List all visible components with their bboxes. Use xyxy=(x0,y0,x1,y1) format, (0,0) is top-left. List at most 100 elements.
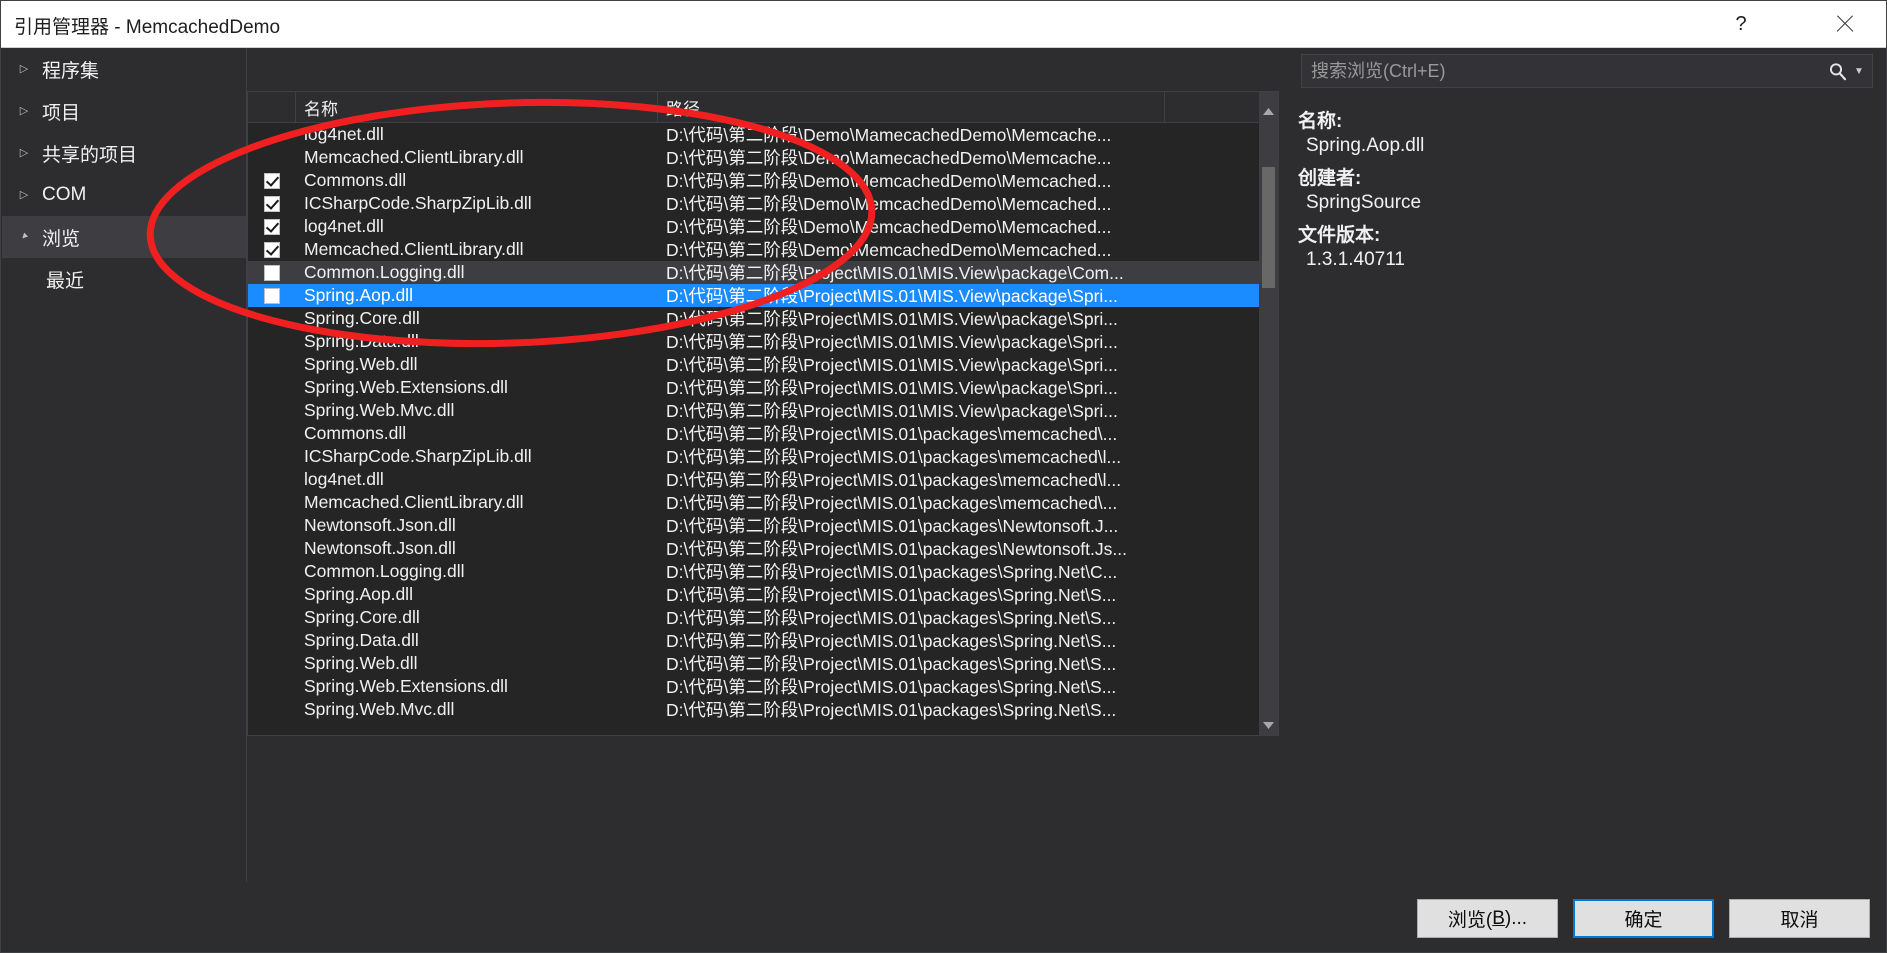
row-checkbox-cell[interactable] xyxy=(248,218,296,235)
sidebar-item-0[interactable]: 程序集 xyxy=(2,48,246,90)
row-checkbox-cell[interactable] xyxy=(248,150,296,166)
sidebar-item-1[interactable]: 项目 xyxy=(2,90,246,132)
checkbox-unchecked-icon[interactable] xyxy=(264,287,280,304)
row-checkbox-cell[interactable] xyxy=(248,426,296,442)
table-row[interactable]: Spring.Core.dll D:\代码\第二阶段\Project\MIS.01… xyxy=(248,307,1278,330)
row-checkbox-cell[interactable] xyxy=(248,564,296,580)
row-name: Commons.dll xyxy=(304,170,407,190)
chevron-right-icon[interactable] xyxy=(14,59,34,79)
cancel-button[interactable]: 取消 xyxy=(1729,899,1870,938)
table-row[interactable]: Spring.Web.Extensions.dll D:\代码\第二阶段\Proj… xyxy=(248,376,1278,399)
sidebar-item-label: 最近 xyxy=(46,270,85,292)
table-row[interactable]: ICSharpCode.SharpZipLib.dll D:\代码\第二阶段\De… xyxy=(248,192,1278,215)
checkbox-unchecked-icon[interactable] xyxy=(264,264,280,281)
row-checkbox-cell[interactable] xyxy=(248,633,296,649)
row-checkbox-cell[interactable] xyxy=(248,264,296,281)
table-row[interactable]: Memcached.ClientLibrary.dll D:\代码\第二阶段\De… xyxy=(248,238,1278,261)
table-row[interactable]: Spring.Web.dll D:\代码\第二阶段\Project\MIS.01\… xyxy=(248,652,1278,675)
row-checkbox-cell[interactable] xyxy=(248,334,296,350)
table-row[interactable]: Commons.dll D:\代码\第二阶段\Demo\MemcachedDemo… xyxy=(248,169,1278,192)
row-checkbox-cell[interactable] xyxy=(248,241,296,258)
row-checkbox-cell[interactable] xyxy=(248,472,296,488)
row-checkbox-cell[interactable] xyxy=(248,172,296,189)
table-row[interactable]: Newtonsoft.Json.dll D:\代码\第二阶段\Project\MI… xyxy=(248,537,1278,560)
checkbox-checked-icon[interactable] xyxy=(264,241,280,258)
table-row[interactable]: Spring.Web.Extensions.dll D:\代码\第二阶段\Proj… xyxy=(248,675,1278,698)
column-header-checkbox[interactable] xyxy=(248,92,296,122)
checkbox-checked-icon[interactable] xyxy=(264,195,280,212)
row-checkbox-cell[interactable] xyxy=(248,403,296,419)
table-row[interactable]: Spring.Aop.dll D:\代码\第二阶段\Project\MIS.01\… xyxy=(248,583,1278,606)
row-checkbox-cell[interactable] xyxy=(248,380,296,396)
row-checkbox-cell[interactable] xyxy=(248,587,296,603)
table-row[interactable]: Spring.Data.dll D:\代码\第二阶段\Project\MIS.01… xyxy=(248,629,1278,652)
ok-button[interactable]: 确定 xyxy=(1573,899,1714,938)
column-header-path[interactable]: 路径 xyxy=(658,92,1165,122)
table-row[interactable]: Common.Logging.dll D:\代码\第二阶段\Project\MIS… xyxy=(248,261,1278,284)
help-button[interactable]: ? xyxy=(1714,1,1768,47)
column-header-name[interactable]: 名称 xyxy=(296,92,658,122)
table-row[interactable]: Spring.Web.Mvc.dll D:\代码\第二阶段\Project\MIS… xyxy=(248,399,1278,422)
row-checkbox-cell[interactable] xyxy=(248,679,296,695)
checkbox-checked-icon[interactable] xyxy=(264,218,280,235)
row-path: D:\代码\第二阶段\Project\MIS.01\MIS.View\packa… xyxy=(666,355,1118,375)
chevron-down-icon[interactable]: ▼ xyxy=(1852,66,1872,77)
search-icon[interactable] xyxy=(1822,62,1852,81)
table-row[interactable]: Spring.Aop.dll D:\代码\第二阶段\Project\MIS.01\… xyxy=(248,284,1278,307)
table-row[interactable]: Spring.Core.dll D:\代码\第二阶段\Project\MIS.01… xyxy=(248,606,1278,629)
sidebar-item-label: 项目 xyxy=(42,102,81,124)
row-checkbox-cell[interactable] xyxy=(248,656,296,672)
detail-fields: 名称: Spring.Aop.dll 创建者: SpringSource 文件版本: 1.… xyxy=(1289,91,1886,271)
row-checkbox-cell[interactable] xyxy=(248,495,296,511)
sidebar-item-4[interactable]: 浏览 xyxy=(2,216,246,258)
search-input[interactable] xyxy=(1302,60,1822,82)
table-row[interactable]: Newtonsoft.Json.dll D:\代码\第二阶段\Project\MI… xyxy=(248,514,1278,537)
row-checkbox-cell[interactable] xyxy=(248,357,296,373)
row-path: D:\代码\第二阶段\Project\MIS.01\packages\Newto… xyxy=(666,539,1127,559)
chevron-down-icon[interactable] xyxy=(14,227,34,247)
table-row[interactable]: Spring.Web.dll D:\代码\第二阶段\Project\MIS.01\… xyxy=(248,353,1278,376)
table-row[interactable]: log4net.dll D:\代码\第二阶段\Project\MIS.01\pac… xyxy=(248,468,1278,491)
row-checkbox-cell[interactable] xyxy=(248,311,296,327)
close-button[interactable] xyxy=(1818,1,1872,47)
row-checkbox-cell[interactable] xyxy=(248,449,296,465)
list-scrollbar[interactable] xyxy=(1259,92,1278,735)
search-box[interactable]: ▼ xyxy=(1301,54,1873,88)
row-checkbox-cell[interactable] xyxy=(248,127,296,143)
sidebar-item-5[interactable]: 最近 xyxy=(2,258,246,300)
checkbox-checked-icon[interactable] xyxy=(264,172,280,189)
chevron-right-icon[interactable] xyxy=(14,143,34,163)
row-checkbox-cell[interactable] xyxy=(248,287,296,304)
browse-accel: B xyxy=(1492,907,1505,929)
row-path: D:\代码\第二阶段\Project\MIS.01\packages\Newto… xyxy=(666,516,1119,536)
scroll-down-icon[interactable] xyxy=(1259,716,1278,735)
row-path: D:\代码\第二阶段\Project\MIS.01\MIS.View\packa… xyxy=(666,378,1118,398)
row-checkbox-cell[interactable] xyxy=(248,702,296,718)
row-name: ICSharpCode.SharpZipLib.dll xyxy=(304,193,532,213)
column-header-extra[interactable] xyxy=(1165,92,1259,122)
table-row[interactable]: ICSharpCode.SharpZipLib.dll D:\代码\第二阶段\Pr… xyxy=(248,445,1278,468)
scroll-up-icon[interactable] xyxy=(1259,102,1278,121)
checkbox-absent xyxy=(264,564,280,580)
table-row[interactable]: Commons.dll D:\代码\第二阶段\Project\MIS.01\pac… xyxy=(248,422,1278,445)
table-row[interactable]: Spring.Data.dll D:\代码\第二阶段\Project\MIS.01… xyxy=(248,330,1278,353)
chevron-right-icon[interactable] xyxy=(14,101,34,121)
table-row[interactable]: log4net.dll D:\代码\第二阶段\Demo\MemcachedDemo… xyxy=(248,215,1278,238)
row-checkbox-cell[interactable] xyxy=(248,610,296,626)
sidebar-item-2[interactable]: 共享的项目 xyxy=(2,132,246,174)
table-row[interactable]: Common.Logging.dll D:\代码\第二阶段\Project\MIS… xyxy=(248,560,1278,583)
table-row[interactable]: Spring.Web.Mvc.dll D:\代码\第二阶段\Project\MIS… xyxy=(248,698,1278,721)
row-checkbox-cell[interactable] xyxy=(248,541,296,557)
browse-button[interactable]: 浏览(B)... xyxy=(1417,899,1558,938)
checkbox-absent xyxy=(264,633,280,649)
chevron-right-icon[interactable] xyxy=(14,185,34,205)
scrollbar-thumb[interactable] xyxy=(1262,167,1275,288)
sidebar-item-3[interactable]: COM xyxy=(2,174,246,216)
table-row[interactable]: Memcached.ClientLibrary.dll D:\代码\第二阶段\De… xyxy=(248,146,1278,169)
row-checkbox-cell[interactable] xyxy=(248,518,296,534)
checkbox-absent xyxy=(264,495,280,511)
table-row[interactable]: log4net.dll D:\代码\第二阶段\Demo\MamecachedDem… xyxy=(248,123,1278,146)
table-row[interactable]: Memcached.ClientLibrary.dll D:\代码\第二阶段\Pr… xyxy=(248,491,1278,514)
row-name: Spring.Web.dll xyxy=(304,354,418,374)
row-checkbox-cell[interactable] xyxy=(248,195,296,212)
